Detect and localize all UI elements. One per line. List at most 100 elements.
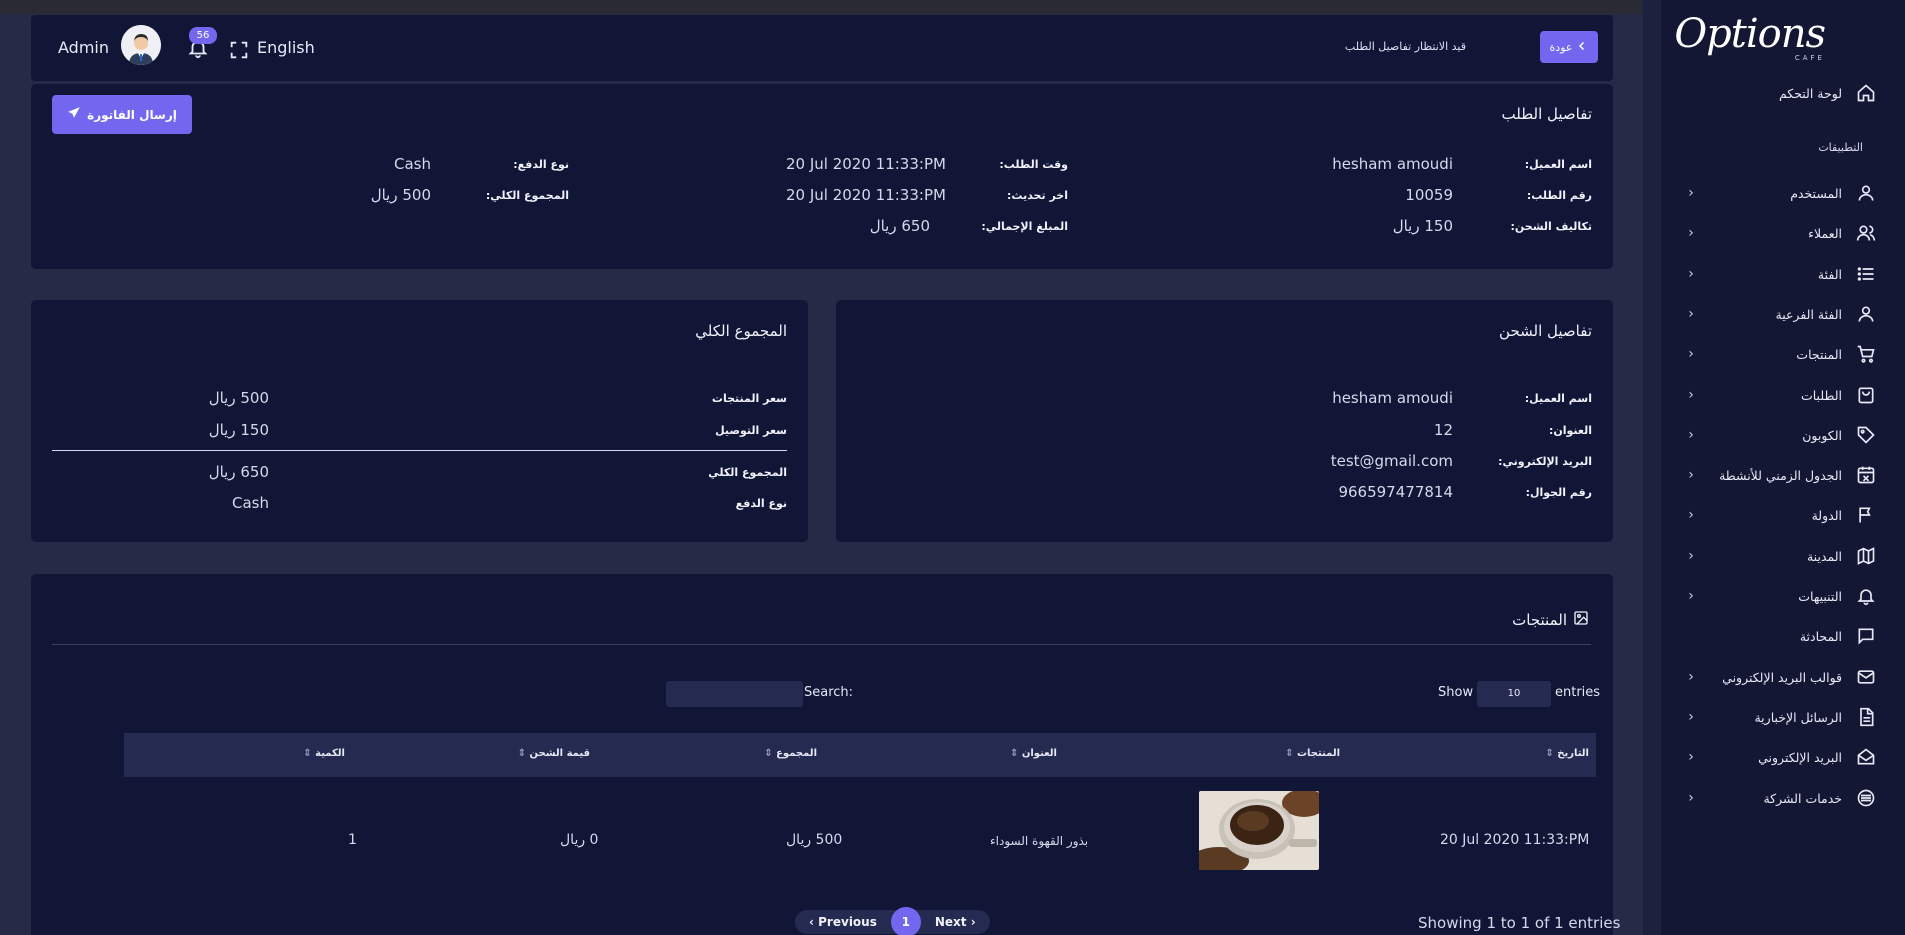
flag-icon [1854, 503, 1878, 527]
column-header-4[interactable]: قيمة الشحن ⇕ [518, 748, 590, 759]
sidebar-item-3[interactable]: الفئة الفرعية ‹ [1665, 294, 1905, 334]
column-header-label: التاريخ [1557, 748, 1589, 759]
sidebar-item-label: قوالب البريد الإلكتروني [1722, 669, 1842, 685]
entries-select[interactable]: 10 [1477, 681, 1551, 707]
chevron-left-icon: ‹ [1688, 266, 1694, 282]
table-info: Showing 1 to 1 of 1 entries [1418, 914, 1621, 932]
breadcrumb: قيد الانتظار تفاصيل الطلب [1344, 40, 1466, 53]
phone-label: رقم الجوال: [1525, 486, 1592, 499]
send-invoice-label: إرسال الفاتورة [87, 107, 177, 122]
column-header-label: قيمة الشحن [529, 748, 590, 759]
column-header-3[interactable]: المجموع ⇕ [764, 748, 817, 759]
previous-button[interactable]: ‹ Previous [795, 915, 891, 929]
totals-grand-label: المجموع الكلي [708, 466, 787, 479]
email-label: البريد الإلكتروني: [1498, 455, 1592, 468]
chevron-right-icon: › [970, 915, 976, 929]
logo: Options CAFE [1674, 10, 1826, 68]
notification-badge: 56 [189, 27, 217, 44]
chevron-left-icon: ‹ [809, 915, 814, 929]
user-icon [1854, 302, 1878, 326]
send-invoice-button[interactable]: إرسال الفاتورة [52, 95, 192, 134]
products-title: المنتجات [1512, 611, 1567, 629]
sidebar-item-label: الفئة [1817, 266, 1842, 282]
products-header: المنتجات [1512, 610, 1589, 630]
cart-icon [1854, 342, 1878, 366]
chevron-left-icon: ‹ [1688, 588, 1694, 604]
envelope-open-icon [1854, 745, 1878, 769]
sidebar-item-2[interactable]: الفئة ‹ [1665, 254, 1905, 294]
bell-icon [1854, 584, 1878, 608]
sidebar-item-label: خدمات الشركة [1763, 790, 1842, 806]
sidebar-item-label: الجدول الزمني للأنشطة [1719, 467, 1842, 483]
sidebar-item-4[interactable]: المنتجات ‹ [1665, 334, 1905, 374]
search-input[interactable] [666, 681, 803, 707]
sort-icon: ⇕ [303, 748, 312, 759]
sort-icon: ⇕ [1545, 748, 1554, 759]
column-header-label: العنوان [1021, 748, 1057, 759]
sidebar-item-label: الرسائل الإخبارية [1754, 709, 1842, 725]
sidebar-item-1[interactable]: العملاء ‹ [1665, 213, 1905, 253]
sidebar-item-5[interactable]: الطلبات ‹ [1665, 375, 1905, 415]
delivery-price-label: سعر التوصيل [715, 424, 787, 437]
sidebar-item-6[interactable]: الكوبون ‹ [1665, 415, 1905, 455]
chat-icon [1854, 624, 1878, 648]
sidebar-item-7[interactable]: الجدول الزمني للأنشطة ‹ [1665, 455, 1905, 495]
pagination: ‹ Previous 1 Next › [795, 907, 990, 935]
order-number-value: 10059 [1405, 186, 1453, 204]
column-header-label: المنتجات [1296, 748, 1340, 759]
email-value: test@gmail.com [1330, 452, 1453, 470]
sidebar-item-label: الفئة الفرعية [1775, 306, 1843, 322]
fullscreen-icon[interactable] [228, 39, 250, 61]
back-button[interactable]: عودة [1540, 31, 1598, 63]
column-header-2[interactable]: العنوان ⇕ [1010, 748, 1057, 759]
chevron-left-icon [1576, 40, 1588, 55]
column-header-5[interactable]: الكمية ⇕ [303, 748, 345, 759]
language-switch[interactable]: English [257, 38, 315, 57]
user-name[interactable]: Admin [58, 38, 109, 57]
page-1-button[interactable]: 1 [890, 907, 921, 935]
totals-card: المجموع الكلي سعر المنتجات 500 ريال سعر … [31, 300, 808, 542]
chevron-left-icon: ‹ [1688, 346, 1694, 362]
chevron-left-icon: ‹ [1688, 185, 1694, 201]
sort-icon: ⇕ [1285, 748, 1294, 759]
sort-icon: ⇕ [764, 748, 773, 759]
search-label: Search: [804, 685, 854, 700]
totals-title: المجموع الكلي [695, 322, 787, 340]
users-icon [1854, 221, 1878, 245]
sidebar-item-0[interactable]: المستخدم ‹ [1665, 173, 1905, 213]
shipping-customer-label: اسم العميل: [1524, 392, 1592, 405]
calendar-icon [1854, 463, 1878, 487]
order-time-label: وقت الطلب: [999, 158, 1068, 171]
sidebar-item-dashboard[interactable]: لوحة التحكم [1665, 73, 1905, 113]
row-date: 20 Jul 2020 11:33:PM [1440, 832, 1590, 848]
order-number-label: رقم الطلب: [1526, 189, 1592, 202]
image-icon [1573, 610, 1589, 630]
mail-icon [1854, 665, 1878, 689]
tag-icon [1854, 423, 1878, 447]
column-header-1[interactable]: المنتجات ⇕ [1285, 748, 1340, 759]
sidebar-item-8[interactable]: الدولة ‹ [1665, 495, 1905, 535]
column-header-label: الكمية [315, 748, 345, 759]
sidebar-item-15[interactable]: خدمات الشركة ‹ [1665, 778, 1905, 818]
show-label: Show [1438, 685, 1474, 700]
sidebar-item-11[interactable]: المحادثة [1665, 616, 1905, 656]
sidebar: Options CAFE لوحة التحكم التطبيقات المست… [1643, 0, 1905, 935]
column-header-0[interactable]: التاريخ ⇕ [1545, 748, 1589, 759]
top-strip [0, 0, 1643, 14]
totals-divider [52, 450, 787, 451]
shipping-cost-label: تكاليف الشحن: [1510, 220, 1592, 233]
sidebar-item-14[interactable]: البريد الإلكتروني ‹ [1665, 737, 1905, 777]
payment-type-value: Cash [394, 155, 431, 173]
map-icon [1854, 544, 1878, 568]
avatar[interactable] [121, 25, 161, 65]
chevron-left-icon: ‹ [1688, 507, 1694, 523]
sidebar-item-10[interactable]: التنبيهات ‹ [1665, 576, 1905, 616]
sidebar-item-13[interactable]: الرسائل الإخبارية ‹ [1665, 697, 1905, 737]
top-header: Admin 56 English قيد الانتظار تفاصيل الط… [31, 15, 1613, 81]
sidebar-item-12[interactable]: قوالب البريد الإلكتروني ‹ [1665, 657, 1905, 697]
column-header-label: المجموع [776, 748, 817, 759]
sidebar-item-label: الدولة [1811, 507, 1842, 523]
chevron-left-icon: ‹ [1688, 467, 1694, 483]
next-button[interactable]: Next › [921, 915, 990, 929]
sidebar-item-9[interactable]: المدينة ‹ [1665, 536, 1905, 576]
